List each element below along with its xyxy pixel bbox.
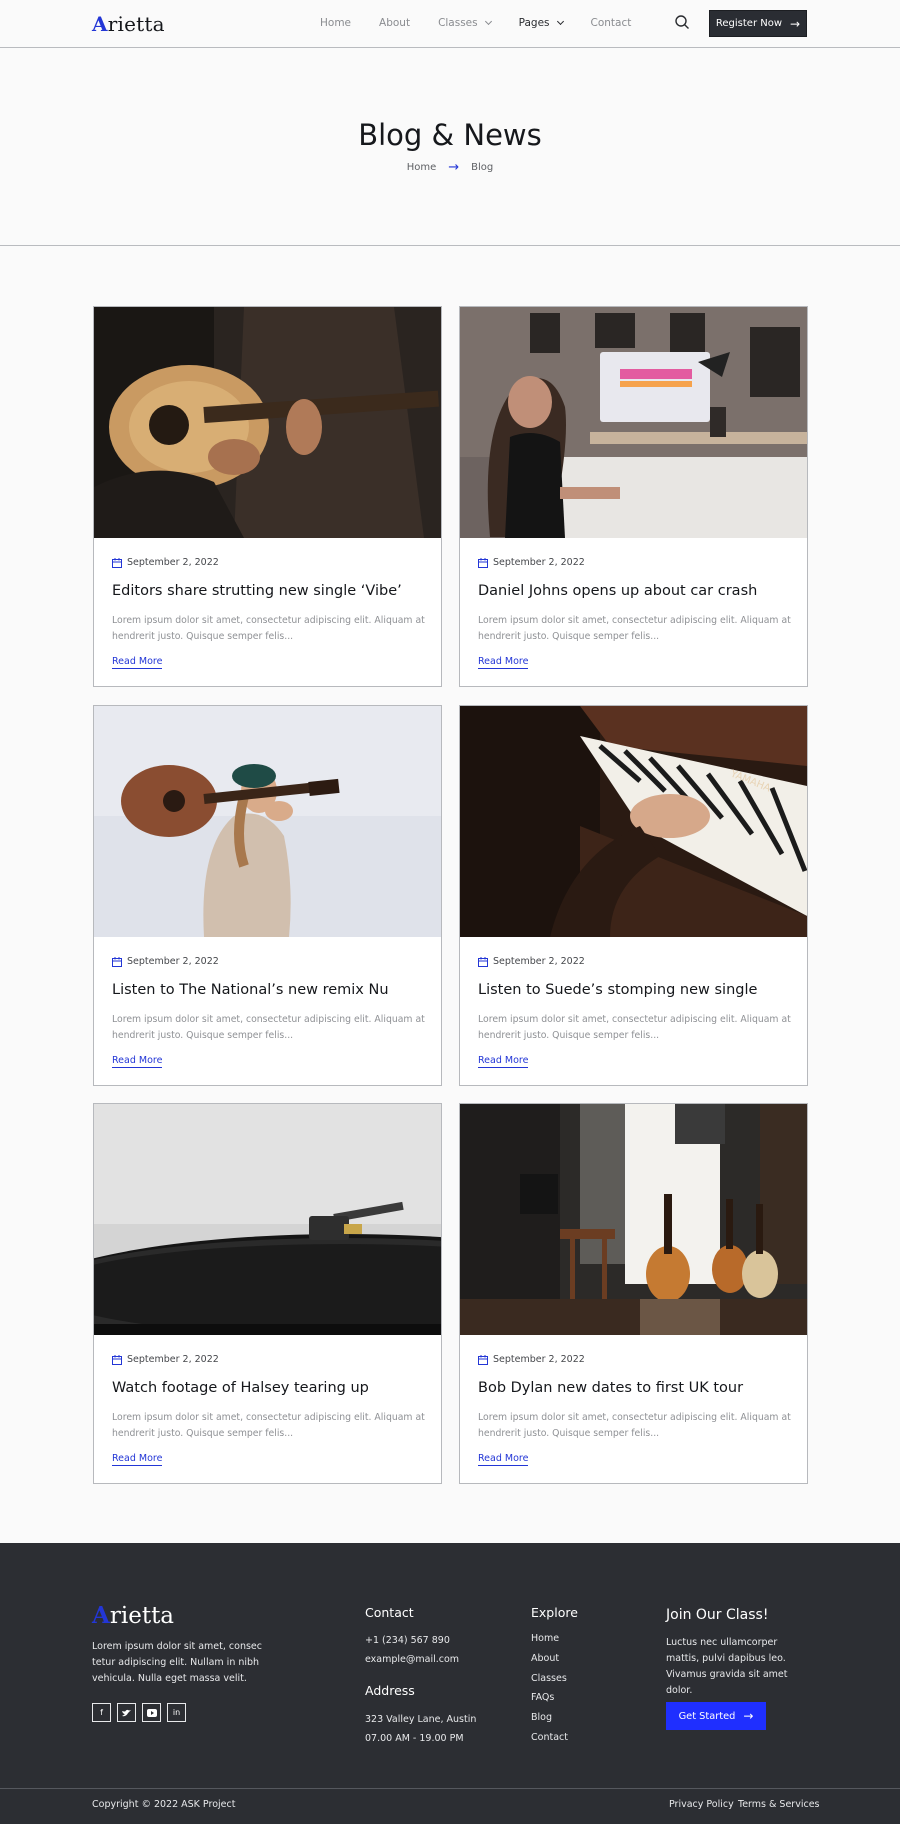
read-more-link[interactable]: Read More <box>112 1055 163 1068</box>
post-image-studio[interactable] <box>460 307 807 538</box>
twitter-icon[interactable] <box>117 1703 136 1722</box>
footer-about-text: Lorem ipsum dolor sit amet, consec tetur… <box>92 1641 262 1684</box>
calendar-icon <box>112 557 122 568</box>
blog-card: September 2, 2022 Daniel Johns opens up … <box>459 306 808 687</box>
post-title[interactable]: Bob Dylan new dates to first UK tour <box>478 1380 743 1396</box>
calendar-icon <box>112 1354 122 1365</box>
facebook-icon[interactable]: f <box>92 1703 111 1722</box>
breadcrumb-home[interactable]: Home <box>407 162 437 173</box>
footer-hours: 07.00 AM - 19.00 PM <box>365 1733 464 1744</box>
nav-item-about[interactable]: About <box>379 17 410 29</box>
arrow-right-icon: → <box>790 16 801 31</box>
footer-email[interactable]: example@mail.com <box>365 1654 459 1665</box>
blog-card: YAMAHA September 2, 2022 Listen to Suede… <box>459 705 808 1086</box>
read-more-link[interactable]: Read More <box>478 1055 529 1068</box>
logo-text: rietta <box>107 12 165 36</box>
post-image-guitar-shoulder[interactable] <box>94 706 441 937</box>
blog-card: September 2, 2022 Editors share struttin… <box>93 306 442 687</box>
breadcrumb: Home → Blog <box>0 160 900 175</box>
site-logo[interactable]: Arietta <box>92 12 165 36</box>
breadcrumb-current: Blog <box>471 162 494 173</box>
join-class-heading: Join Our Class! <box>666 1607 769 1623</box>
read-more-link[interactable]: Read More <box>478 656 529 669</box>
youtube-icon[interactable] <box>142 1703 161 1722</box>
social-links: f in <box>92 1703 192 1722</box>
read-more-link[interactable]: Read More <box>112 1453 163 1466</box>
get-started-button[interactable]: Get Started → <box>666 1702 766 1730</box>
blog-card: September 2, 2022 Listen to The National… <box>93 705 442 1086</box>
search-icon[interactable] <box>674 14 690 30</box>
arrow-right-icon: → <box>743 1709 754 1723</box>
footer-divider <box>0 1788 900 1789</box>
footer-address-heading: Address <box>365 1683 415 1698</box>
post-title[interactable]: Listen to Suede’s stomping new single <box>478 982 757 998</box>
calendar-icon <box>478 557 488 568</box>
read-more-link[interactable]: Read More <box>478 1453 529 1466</box>
calendar-icon <box>478 956 488 967</box>
post-date: September 2, 2022 <box>478 1354 585 1365</box>
calendar-icon <box>478 1354 488 1365</box>
post-date: September 2, 2022 <box>478 956 585 967</box>
nav-item-home[interactable]: Home <box>320 17 351 29</box>
read-more-link[interactable]: Read More <box>112 656 163 669</box>
footer-phone[interactable]: +1 (234) 567 890 <box>365 1635 450 1646</box>
linkedin-icon[interactable]: in <box>167 1703 186 1722</box>
footer-link-contact[interactable]: Contact <box>531 1732 568 1743</box>
footer-link-about[interactable]: About <box>531 1653 559 1664</box>
site-header: Arietta Home About Classes Pages Contact… <box>0 0 900 48</box>
calendar-icon <box>112 956 122 967</box>
terms-services-link[interactable]: Terms & Services <box>738 1799 819 1810</box>
logo-text: rietta <box>109 1603 175 1629</box>
post-date: September 2, 2022 <box>112 557 219 568</box>
post-excerpt: Lorem ipsum dolor sit amet, consectetur … <box>478 1014 791 1041</box>
arrow-right-icon: → <box>448 160 460 175</box>
blog-card: September 2, 2022 Bob Dylan new dates to… <box>459 1103 808 1484</box>
post-title[interactable]: Listen to The National’s new remix Nu <box>112 982 389 998</box>
nav-item-classes[interactable]: Classes <box>438 17 492 29</box>
post-title[interactable]: Editors share strutting new single ‘Vibe… <box>112 583 402 599</box>
post-image-guitar-room[interactable] <box>460 1104 807 1335</box>
footer-address: 323 Valley Lane, Austin <box>365 1714 477 1725</box>
privacy-policy-link[interactable]: Privacy Policy <box>669 1799 734 1810</box>
post-excerpt: Lorem ipsum dolor sit amet, consectetur … <box>478 615 791 642</box>
footer-link-classes[interactable]: Classes <box>531 1673 567 1684</box>
nav-item-pages[interactable]: Pages <box>519 17 564 29</box>
main-nav: Home About Classes Pages Contact <box>320 17 659 29</box>
footer-link-home[interactable]: Home <box>531 1633 559 1644</box>
post-excerpt: Lorem ipsum dolor sit amet, consectetur … <box>112 1014 425 1041</box>
nav-item-contact[interactable]: Contact <box>591 17 632 29</box>
post-title[interactable]: Daniel Johns opens up about car crash <box>478 583 757 599</box>
post-date: September 2, 2022 <box>112 956 219 967</box>
post-date: September 2, 2022 <box>112 1354 219 1365</box>
page-hero: Blog & News Home → Blog <box>0 48 900 246</box>
post-title[interactable]: Watch footage of Halsey tearing up <box>112 1380 369 1396</box>
site-footer: Arietta Lorem ipsum dolor sit amet, cons… <box>0 1543 900 1824</box>
page-title: Blog & News <box>358 118 542 152</box>
copyright-text: Copyright © 2022 ASK Project <box>92 1799 236 1810</box>
chevron-down-icon <box>484 17 492 26</box>
post-image-guitar-player[interactable] <box>94 307 441 538</box>
post-date: September 2, 2022 <box>478 557 585 568</box>
blog-card: September 2, 2022 Watch footage of Halse… <box>93 1103 442 1484</box>
footer-contact-heading: Contact <box>365 1605 414 1620</box>
post-image-turntable[interactable] <box>94 1104 441 1335</box>
footer-link-blog[interactable]: Blog <box>531 1712 552 1723</box>
footer-explore-heading: Explore <box>531 1605 578 1620</box>
post-excerpt: Lorem ipsum dolor sit amet, consectetur … <box>478 1412 791 1439</box>
footer-explore-links: Home About Classes FAQs Blog Contact <box>531 1633 568 1752</box>
chevron-down-icon <box>556 17 564 26</box>
post-excerpt: Lorem ipsum dolor sit amet, consectetur … <box>112 615 425 642</box>
post-image-piano[interactable]: YAMAHA <box>460 706 807 937</box>
post-excerpt: Lorem ipsum dolor sit amet, consectetur … <box>112 1412 425 1439</box>
register-now-button[interactable]: Register Now → <box>709 10 807 37</box>
footer-link-faqs[interactable]: FAQs <box>531 1692 554 1703</box>
join-class-text: Luctus nec ullamcorper mattis, pulvi dap… <box>666 1637 788 1696</box>
footer-logo[interactable]: Arietta <box>92 1602 174 1629</box>
